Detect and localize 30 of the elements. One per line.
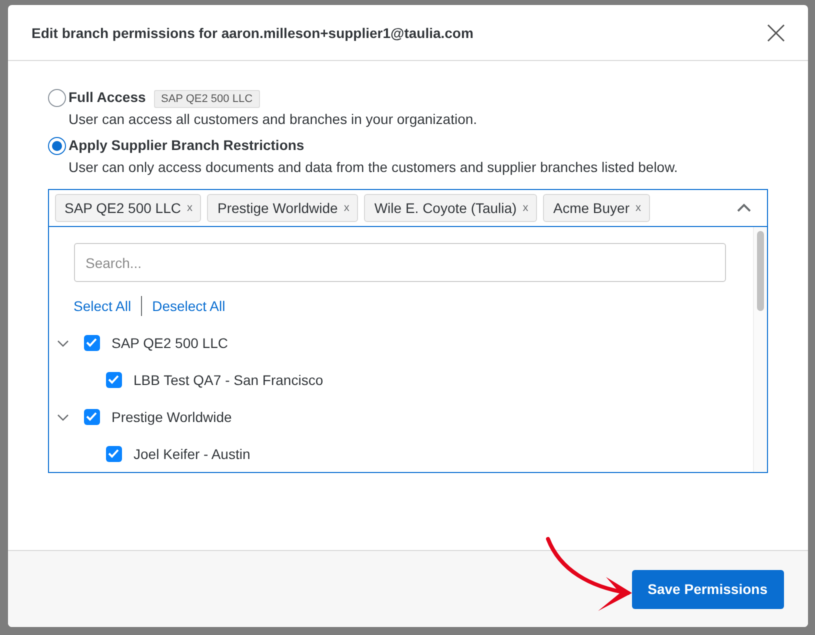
tag-label: Acme Buyer [553, 200, 630, 216]
checkbox[interactable] [106, 372, 122, 388]
checkbox[interactable] [84, 408, 100, 424]
option-label: Apply Supplier Branch Restrictions [68, 137, 304, 155]
tag-label: SAP QE2 500 LLC [64, 200, 181, 216]
radio-button[interactable] [48, 137, 66, 155]
tag-label: Prestige Worldwide [217, 200, 338, 216]
remove-tag-button[interactable]: x [522, 202, 528, 214]
checkbox[interactable] [84, 334, 100, 350]
tree-item-label: Joel Keifer - Austin [134, 446, 250, 462]
scrollbar[interactable] [752, 227, 766, 472]
option-label: Full Access [68, 89, 146, 107]
tag-label: Wile E. Coyote (Taulia) [374, 200, 517, 216]
remove-tag-button[interactable]: x [186, 202, 192, 214]
select-all-link[interactable]: Select All [74, 298, 132, 314]
tooltip: SAP QE2 500 LLC [154, 90, 260, 108]
option-description: User can access all customers and branches in your organization. [68, 111, 478, 127]
tree-item-label: LBB Test QA7 - San Francisco [134, 372, 324, 388]
close-icon[interactable] [766, 22, 786, 42]
search-field[interactable]: Search... [74, 243, 726, 282]
remove-tag-button[interactable]: x [635, 202, 641, 214]
tree-item-label: Prestige Worldwide [112, 408, 232, 424]
tree-item-label: SAP QE2 500 LLC [112, 334, 228, 350]
dialog-title: Edit branch permissions for aaron.milleson+supplier1@taulia.com [32, 24, 474, 40]
radio-button[interactable] [48, 89, 66, 107]
deselect-all-link[interactable]: Deselect All [152, 298, 226, 314]
option-description: User can only access documents and data from the customers and supplier branches listed below. [68, 159, 679, 175]
remove-tag-button[interactable]: x [344, 202, 350, 214]
save-permissions-button[interactable]: Save Permissions [632, 570, 784, 608]
checkbox[interactable] [106, 446, 122, 462]
